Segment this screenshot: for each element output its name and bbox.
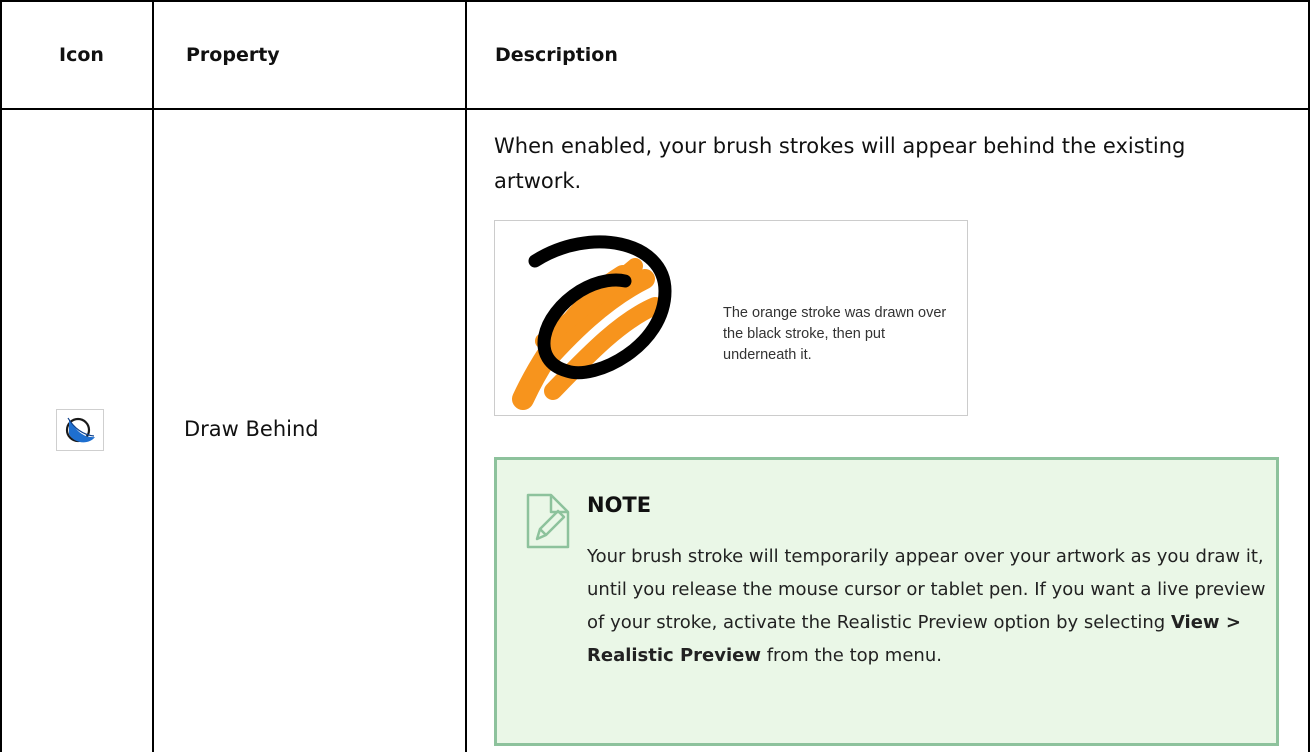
stroke-illustration [512, 235, 672, 410]
note-body: Your brush stroke will temporarily appea… [587, 540, 1267, 672]
header-icon: Icon [59, 44, 104, 66]
header-divider [2, 108, 1308, 110]
draw-behind-icon [56, 409, 104, 451]
column-divider [152, 2, 154, 752]
description-text: When enabled, your brush strokes will ap… [494, 134, 1186, 193]
note-title: NOTE [587, 493, 652, 517]
header-property: Property [186, 44, 280, 66]
note-body-text: Your brush stroke will temporarily appea… [587, 546, 1266, 633]
header-description: Description [495, 44, 618, 66]
property-name: Draw Behind [184, 417, 319, 441]
draw-behind-icon-graphic [65, 417, 95, 443]
note-icon [526, 493, 570, 549]
example-figure: The orange stroke was drawn over the bla… [494, 220, 968, 416]
note-body-text-end: from the top menu. [761, 645, 942, 666]
column-divider [465, 2, 467, 752]
note-box: NOTE Your brush stroke will temporarily … [494, 457, 1279, 746]
figure-caption: The orange stroke was drawn over the bla… [723, 305, 947, 363]
